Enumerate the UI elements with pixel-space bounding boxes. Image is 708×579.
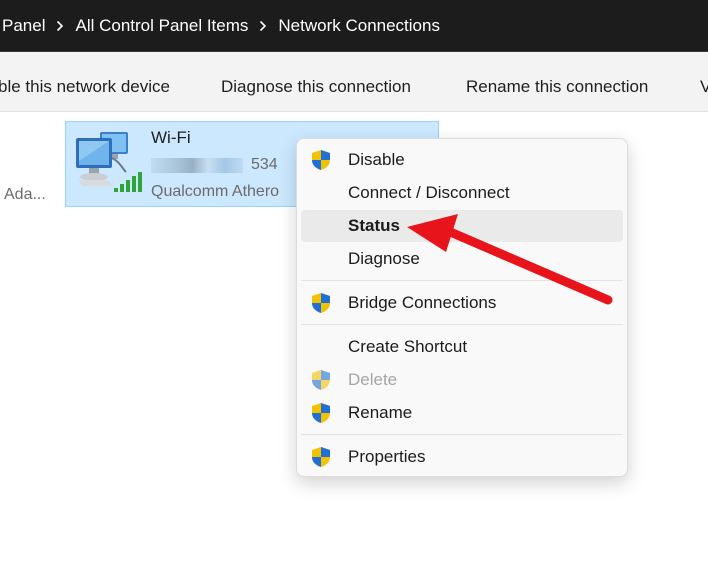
menu-divider: [301, 324, 623, 325]
breadcrumb: Panel All Control Panel Items Network Co…: [0, 0, 708, 52]
menu-item-connect-disconnect[interactable]: Connect / Disconnect: [301, 177, 623, 209]
uac-shield-icon: [310, 369, 332, 391]
menu-item-label: Properties: [348, 447, 426, 466]
breadcrumb-item-all-control-panel-items[interactable]: All Control Panel Items: [75, 16, 248, 36]
rename-connection-button[interactable]: Rename this connection: [466, 77, 648, 97]
menu-item-status[interactable]: Status: [301, 210, 623, 242]
network-computers-icon: [72, 128, 144, 194]
network-name-suffix: 534: [251, 156, 278, 173]
uac-shield-icon: [310, 149, 332, 171]
redacted-network-name: [151, 157, 243, 173]
uac-shield-icon: [310, 402, 332, 424]
menu-item-label: Status: [348, 216, 400, 235]
menu-item-rename[interactable]: Rename: [301, 397, 623, 429]
menu-item-bridge-connections[interactable]: Bridge Connections: [301, 287, 623, 319]
diagnose-connection-button[interactable]: Diagnose this connection: [221, 77, 411, 97]
chevron-right-icon[interactable]: [45, 16, 75, 36]
network-name: 534: [151, 156, 278, 174]
chevron-right-icon[interactable]: [248, 16, 278, 36]
menu-item-label: Delete: [348, 370, 398, 389]
menu-item-label: Diagnose: [348, 249, 420, 268]
menu-item-label: Create Shortcut: [348, 337, 468, 356]
adapter-name: Qualcomm Athero: [151, 183, 280, 200]
view-status-button[interactable]: V: [700, 77, 708, 97]
menu-item-diagnose[interactable]: Diagnose: [301, 243, 623, 275]
uac-shield-icon: [310, 446, 332, 468]
menu-item-properties[interactable]: Properties: [301, 441, 623, 473]
disable-device-button[interactable]: ble this network device: [0, 77, 170, 97]
context-menu: Disable Connect / Disconnect Status Diag…: [296, 138, 628, 477]
menu-item-disable[interactable]: Disable: [301, 144, 623, 176]
menu-item-label: Rename: [348, 403, 413, 422]
connection-name: Wi-Fi: [151, 128, 191, 147]
menu-divider: [301, 280, 623, 281]
menu-divider: [301, 434, 623, 435]
uac-shield-icon: [310, 292, 332, 314]
menu-item-label: Bridge Connections: [348, 293, 497, 312]
menu-item-label: Disable: [348, 150, 405, 169]
signal-bars-icon: [114, 172, 142, 192]
adapter-label-truncated: Ada...: [4, 186, 46, 203]
breadcrumb-item-network-connections[interactable]: Network Connections: [278, 16, 440, 36]
breadcrumb-item-control-panel[interactable]: Panel: [2, 16, 45, 36]
menu-item-create-shortcut[interactable]: Create Shortcut: [301, 331, 623, 363]
menu-item-delete: Delete: [301, 364, 623, 396]
menu-item-label: Connect / Disconnect: [348, 183, 510, 202]
command-toolbar: ble this network device Diagnose this co…: [0, 52, 708, 112]
